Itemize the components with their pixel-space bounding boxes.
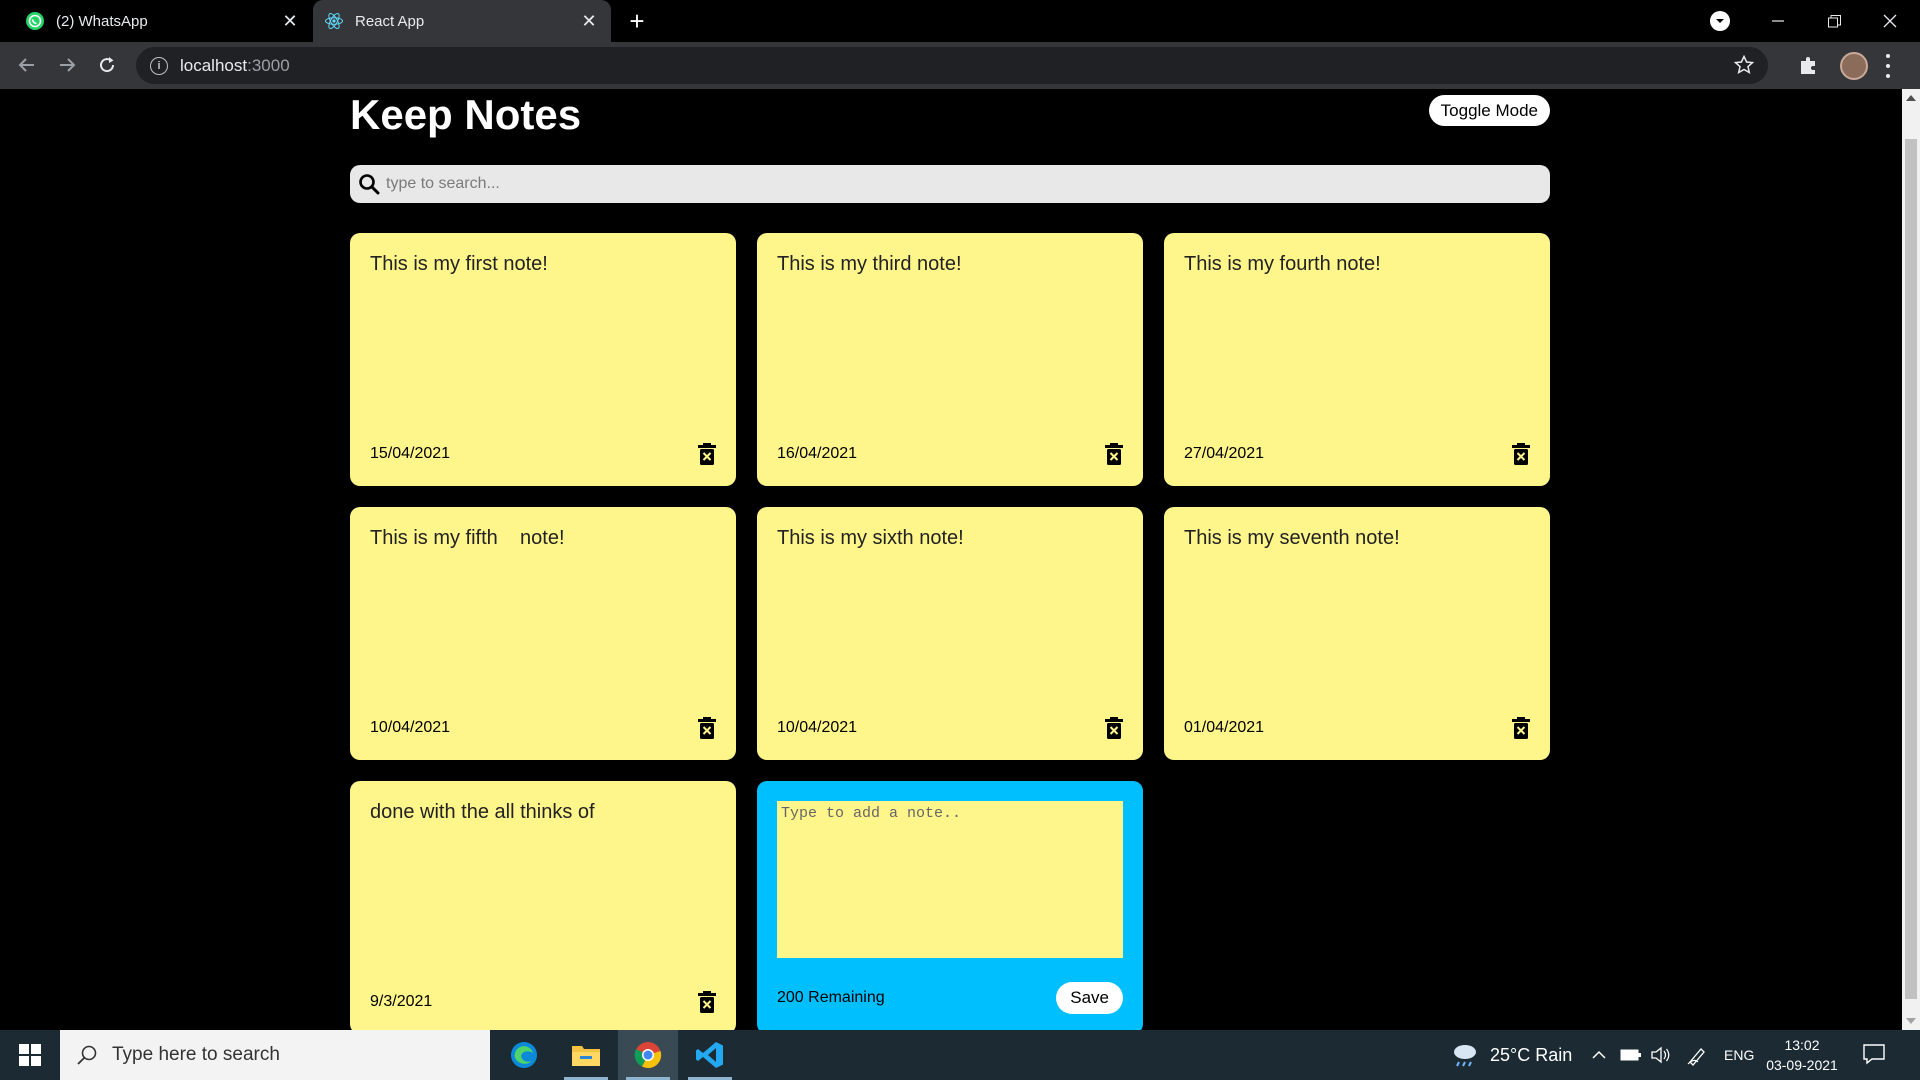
search-icon <box>76 1044 98 1066</box>
profile-avatar[interactable] <box>1840 52 1868 80</box>
note-footer: 10/04/2021 <box>777 717 1123 739</box>
reload-icon[interactable] <box>92 50 122 80</box>
delete-trash-icon[interactable] <box>1512 443 1530 465</box>
minimize-icon[interactable] <box>1750 0 1806 42</box>
windows-taskbar: Type here to search 25°C Rain ENG 13:02 … <box>0 1030 1920 1080</box>
note-text: This is my first note! <box>370 253 548 275</box>
browser-tab-bar: (2) WhatsApp ✕ React App ✕ + <box>0 0 1920 42</box>
delete-trash-icon[interactable] <box>1105 717 1123 739</box>
notes-grid: This is my first note! 15/04/2021 This i… <box>350 233 1550 1030</box>
new-tab-button[interactable]: + <box>624 6 650 36</box>
restore-icon[interactable] <box>1806 0 1862 42</box>
delete-trash-icon[interactable] <box>698 717 716 739</box>
clock-date: 03-09-2021 <box>1766 1057 1838 1073</box>
taskbar-search-box[interactable]: Type here to search <box>60 1030 490 1080</box>
clock-time: 13:02 <box>1784 1037 1820 1053</box>
note-card: This is my seventh note! 01/04/2021 <box>1164 507 1550 760</box>
note-date: 01/04/2021 <box>1184 719 1265 736</box>
file-explorer-icon[interactable] <box>556 1030 616 1080</box>
save-button[interactable]: Save <box>1056 982 1123 1014</box>
delete-trash-icon[interactable] <box>698 991 716 1013</box>
close-tab-icon[interactable]: ✕ <box>577 9 601 33</box>
remaining-count: 200 Remaining <box>777 989 885 1006</box>
note-footer: 15/04/2021 <box>370 443 716 465</box>
weather-rain-icon <box>1454 1045 1476 1067</box>
tab-whatsapp[interactable]: (2) WhatsApp ✕ <box>14 0 312 42</box>
search-icon <box>358 173 380 195</box>
taskbar-search-placeholder: Type here to search <box>112 1044 280 1065</box>
search-input[interactable] <box>386 175 1486 193</box>
vscode-icon[interactable] <box>680 1030 740 1080</box>
scrollbar-thumb[interactable] <box>1905 139 1917 999</box>
notification-center-icon[interactable] <box>1862 1042 1888 1068</box>
note-date: 15/04/2021 <box>370 445 451 462</box>
note-footer: 9/3/2021 <box>370 991 716 1013</box>
new-note-textarea[interactable] <box>777 801 1123 958</box>
close-tab-icon[interactable]: ✕ <box>278 9 302 33</box>
back-arrow-icon[interactable] <box>12 50 42 80</box>
address-bar[interactable]: i localhost:3000 <box>136 47 1768 84</box>
pen-workspace-icon[interactable] <box>1686 1030 1708 1080</box>
tab-react-app[interactable]: React App ✕ <box>313 0 611 42</box>
react-icon <box>323 10 345 32</box>
edge-browser-icon[interactable] <box>494 1030 554 1080</box>
note-text: This is my seventh note! <box>1184 527 1400 549</box>
add-note-footer: 200 Remaining Save <box>777 982 1123 1014</box>
toggle-mode-button[interactable]: Toggle Mode <box>1428 95 1550 126</box>
page-viewport: Keep Notes Toggle Mode This is my first … <box>0 89 1902 1030</box>
battery-icon[interactable] <box>1620 1030 1642 1080</box>
close-window-icon[interactable] <box>1862 0 1918 42</box>
chrome-browser-icon[interactable] <box>618 1030 678 1080</box>
note-card: This is my fourth note! 27/04/2021 <box>1164 233 1550 486</box>
note-text: This is my third note! <box>777 253 962 275</box>
bookmark-star-icon[interactable] <box>1733 54 1755 75</box>
note-card: This is my third note! 16/04/2021 <box>757 233 1143 486</box>
site-info-icon[interactable]: i <box>150 56 168 75</box>
add-note-card: 200 Remaining Save <box>757 781 1143 1030</box>
browser-toolbar: i localhost:3000 <box>0 42 1920 89</box>
taskbar-clock[interactable]: 13:02 03-09-2021 <box>1762 1035 1842 1075</box>
note-footer: 16/04/2021 <box>777 443 1123 465</box>
note-card: This is my sixth note! 10/04/2021 <box>757 507 1143 760</box>
note-date: 10/04/2021 <box>777 719 858 736</box>
delete-trash-icon[interactable] <box>698 443 716 465</box>
volume-icon[interactable] <box>1650 1030 1672 1080</box>
note-text: This is my fifth note! <box>370 527 565 549</box>
forward-arrow-icon[interactable] <box>52 50 82 80</box>
windows-start-icon[interactable] <box>0 1030 60 1080</box>
page-scrollbar[interactable] <box>1902 89 1920 1030</box>
note-footer: 10/04/2021 <box>370 717 716 739</box>
show-hidden-icons-chevron-icon[interactable] <box>1592 1030 1606 1080</box>
delete-trash-icon[interactable] <box>1105 443 1123 465</box>
scroll-down-arrow-icon[interactable] <box>1906 1018 1916 1024</box>
page-title: Keep Notes <box>350 91 582 138</box>
notes-app: Keep Notes Toggle Mode This is my first … <box>350 89 1550 1030</box>
note-card: done with the all thinks of 9/3/2021 <box>350 781 736 1030</box>
language-indicator[interactable]: ENG <box>1724 1030 1754 1080</box>
tab-title: React App <box>355 12 425 30</box>
whatsapp-icon <box>24 10 46 32</box>
weather-widget[interactable]: 25°C Rain <box>1450 1030 1572 1080</box>
note-text: done with the all thinks of <box>370 801 595 823</box>
note-card: This is my fifth note! 10/04/2021 <box>350 507 736 760</box>
note-date: 27/04/2021 <box>1184 445 1265 462</box>
extensions-puzzle-icon[interactable] <box>1798 54 1822 78</box>
search-bar <box>350 165 1550 203</box>
note-date: 9/3/2021 <box>370 993 433 1010</box>
note-date: 10/04/2021 <box>370 719 451 736</box>
tab-search-icon[interactable] <box>1710 11 1730 31</box>
note-footer: 01/04/2021 <box>1184 717 1530 739</box>
note-date: 16/04/2021 <box>777 445 858 462</box>
browser-menu-icon[interactable] <box>1884 54 1892 78</box>
note-card: This is my first note! 15/04/2021 <box>350 233 736 486</box>
tab-title: (2) WhatsApp <box>56 12 148 30</box>
weather-text: 25°C Rain <box>1490 1044 1573 1065</box>
scroll-up-arrow-icon[interactable] <box>1906 95 1916 101</box>
note-text: This is my fourth note! <box>1184 253 1381 275</box>
note-text: This is my sixth note! <box>777 527 964 549</box>
note-footer: 27/04/2021 <box>1184 443 1530 465</box>
delete-trash-icon[interactable] <box>1512 717 1530 739</box>
url-text: localhost:3000 <box>180 55 290 75</box>
app-header: Keep Notes Toggle Mode <box>350 89 1550 159</box>
